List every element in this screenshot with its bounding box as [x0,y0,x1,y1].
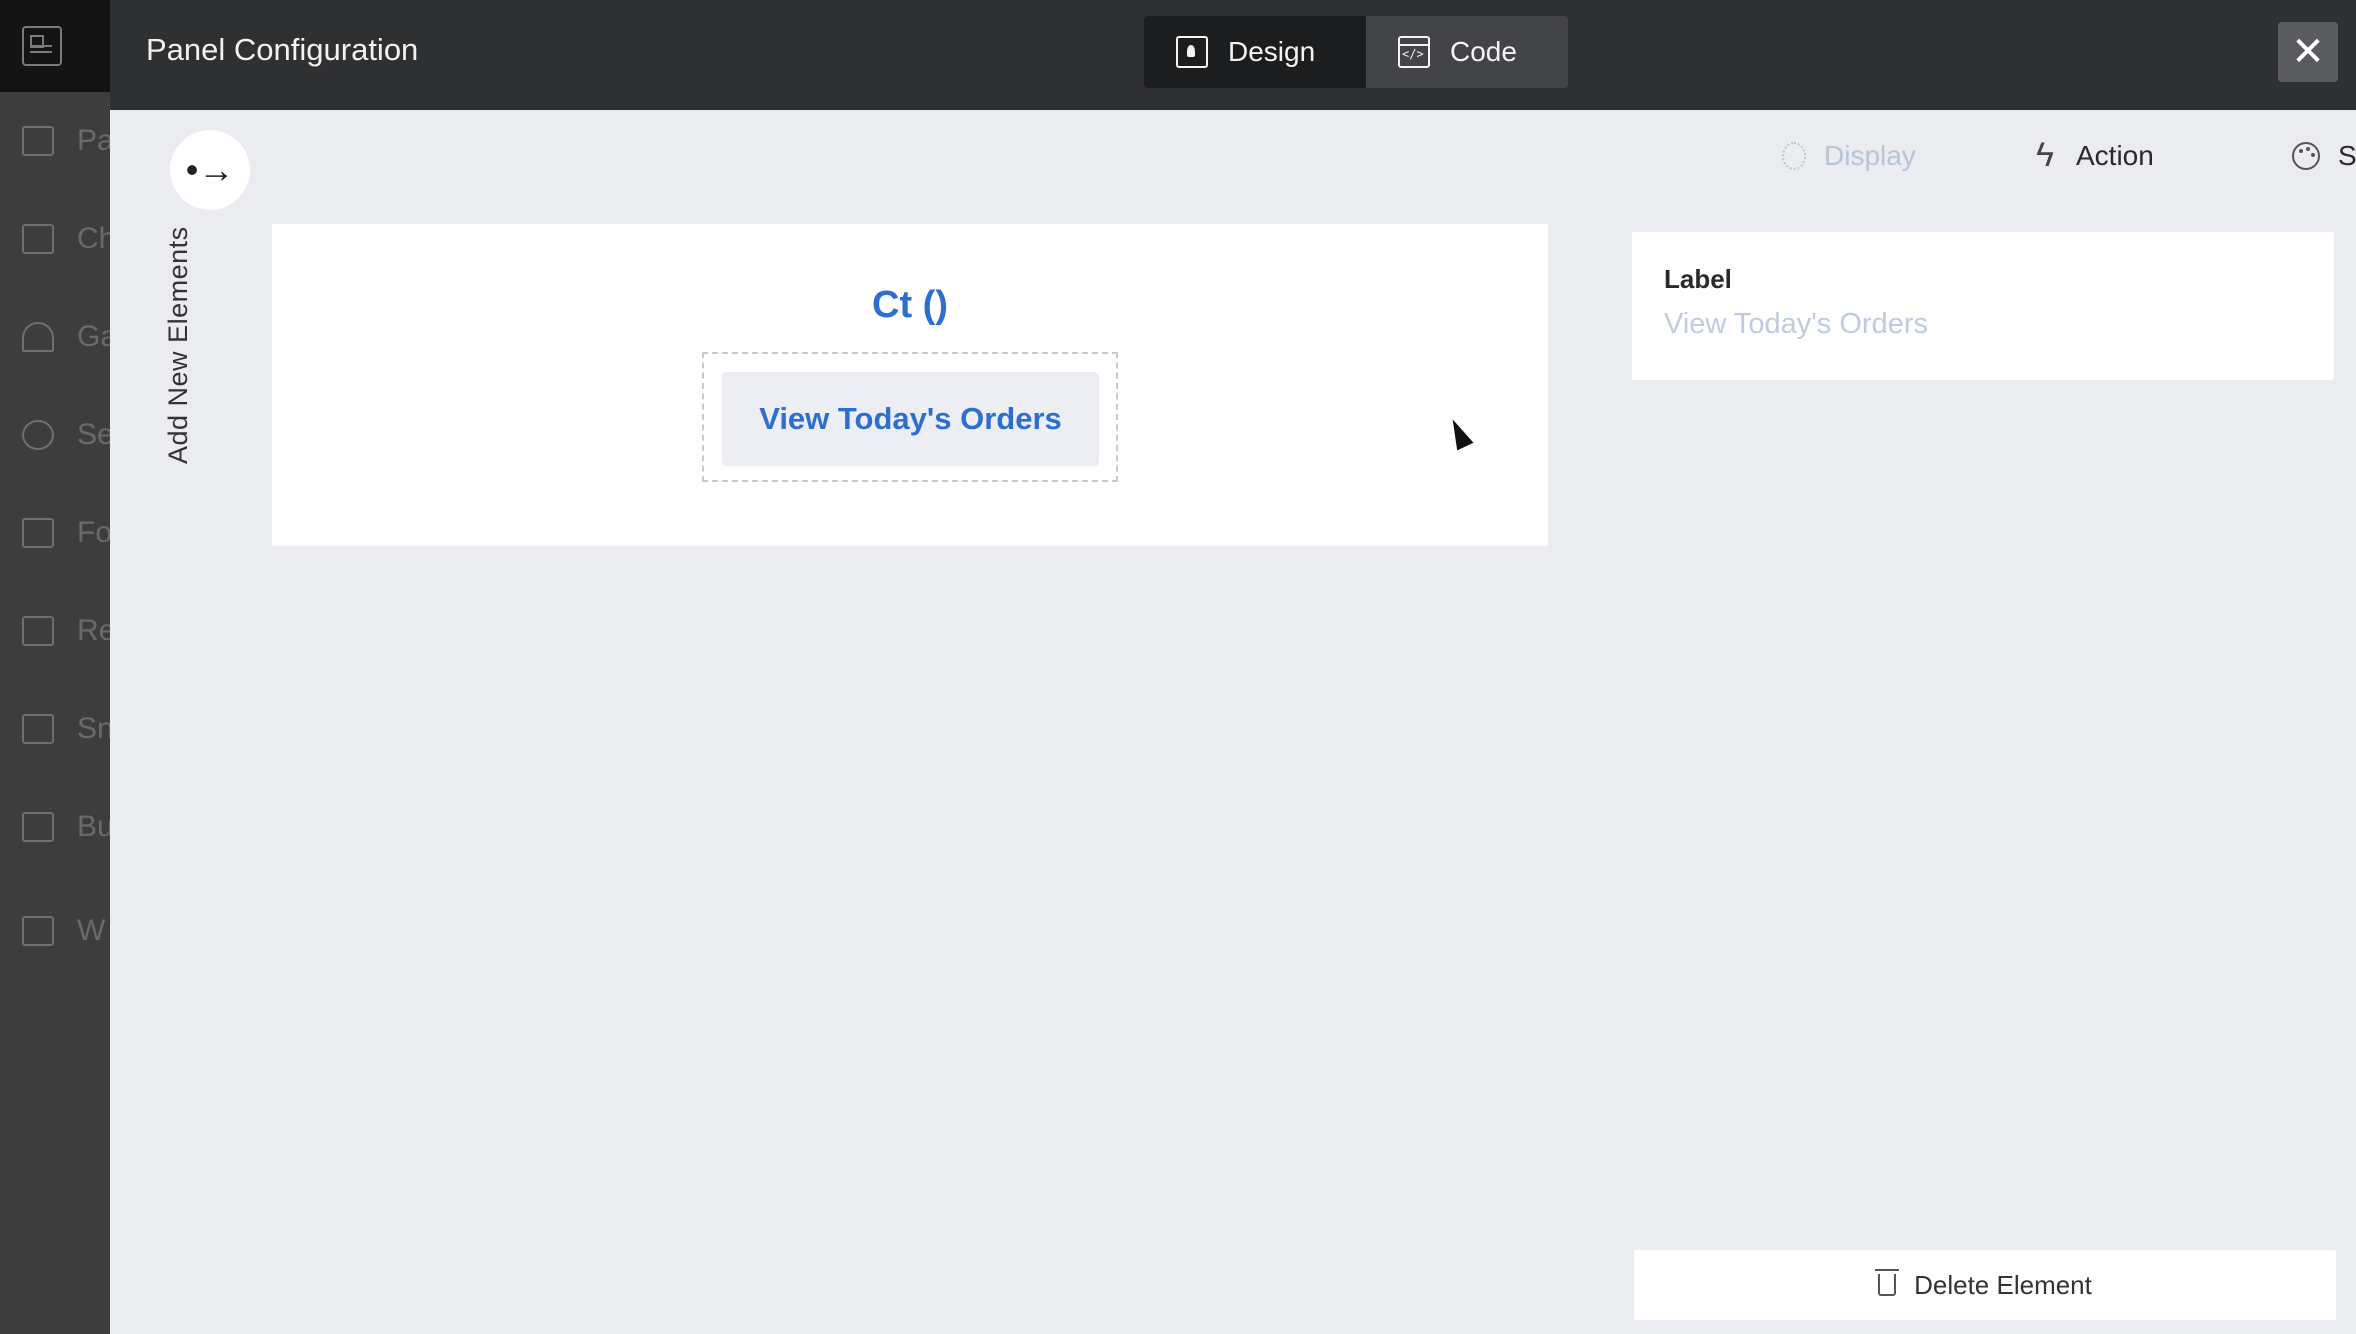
tab-display[interactable]: Display [1782,140,1916,172]
mode-switch: Design Code [1144,16,1568,88]
bg-sidebar-item: Bu [0,796,114,856]
bg-sidebar-item: Fo [0,502,113,562]
tab-style[interactable]: Style [2292,140,2356,172]
bg-sidebar-item: Ch [0,208,115,268]
search-icon [22,420,54,450]
design-mode-label: Design [1228,36,1316,67]
bg-sidebar-label: Fo [77,516,113,549]
bg-sidebar-label: Bu [77,810,114,843]
canvas-heading[interactable]: Ct () [272,284,1548,327]
bg-sidebar-item: Sn [0,698,114,758]
bg-sidebar-item: Re [0,600,115,660]
display-icon [1782,142,1806,170]
label-property-card: Label View Today's Orders [1632,232,2334,380]
arrow-right-icon: •→ [185,149,235,190]
tab-action[interactable]: Action [2036,136,2154,175]
widget-icon [22,916,54,946]
bg-sidebar-item: Pa [0,110,114,170]
gauge-icon [22,322,54,352]
close-icon: ✕ [2291,30,2325,74]
code-mode-button[interactable]: Code [1366,16,1568,88]
delete-element-button[interactable]: Delete Element [1634,1250,2336,1320]
tab-style-label: Style [2338,140,2356,171]
bg-sidebar-label: Se [77,418,114,451]
modal-header: Panel Configuration Design Code ✕ [110,0,2356,110]
button-icon [22,812,54,842]
lightning-icon [2036,136,2058,175]
panel-configuration-modal: Panel Configuration Design Code ✕ •→ Add… [110,0,2356,1334]
label-property-title: Label [1664,264,1732,294]
page-icon [22,126,54,156]
app-icon [22,26,62,66]
chart-icon [22,224,54,254]
selected-element-frame: View Today's Orders [702,352,1118,482]
delete-element-label: Delete Element [1914,1269,2092,1300]
view-todays-orders-button[interactable]: View Today's Orders [722,372,1099,466]
bg-sidebar-item: Se [0,404,114,464]
snippet-icon [22,714,54,744]
bg-sidebar-label: Sn [77,712,114,745]
bg-sidebar-item: Ga [0,306,117,366]
form-icon [22,518,54,548]
tab-display-label: Display [1824,140,1916,171]
palette-icon [2292,142,2320,170]
tab-action-label: Action [2076,140,2154,171]
design-mode-button[interactable]: Design [1144,16,1366,88]
design-icon [1176,36,1208,68]
add-new-elements-label[interactable]: Add New Elements [163,226,194,464]
expand-elements-button[interactable]: •→ [170,130,250,210]
app-logo-area [0,0,110,92]
bg-sidebar-item: W [0,900,110,960]
bg-sidebar-label: Pa [77,124,114,157]
label-property-input[interactable]: View Today's Orders [1664,308,1928,341]
code-icon [1398,36,1430,68]
trash-icon [1875,1269,1900,1296]
background-sidebar: Pa Ch Ga Se Fo Re Sn Bu W [0,0,117,1334]
design-canvas: Ct () View Today's Orders [272,224,1548,546]
property-tabs: Display Action Style [1666,136,2356,186]
code-mode-label: Code [1450,36,1517,67]
grid-icon [22,616,54,646]
modal-title: Panel Configuration [146,32,419,67]
bg-sidebar-label: W [77,914,106,947]
close-button[interactable]: ✕ [2278,22,2338,82]
